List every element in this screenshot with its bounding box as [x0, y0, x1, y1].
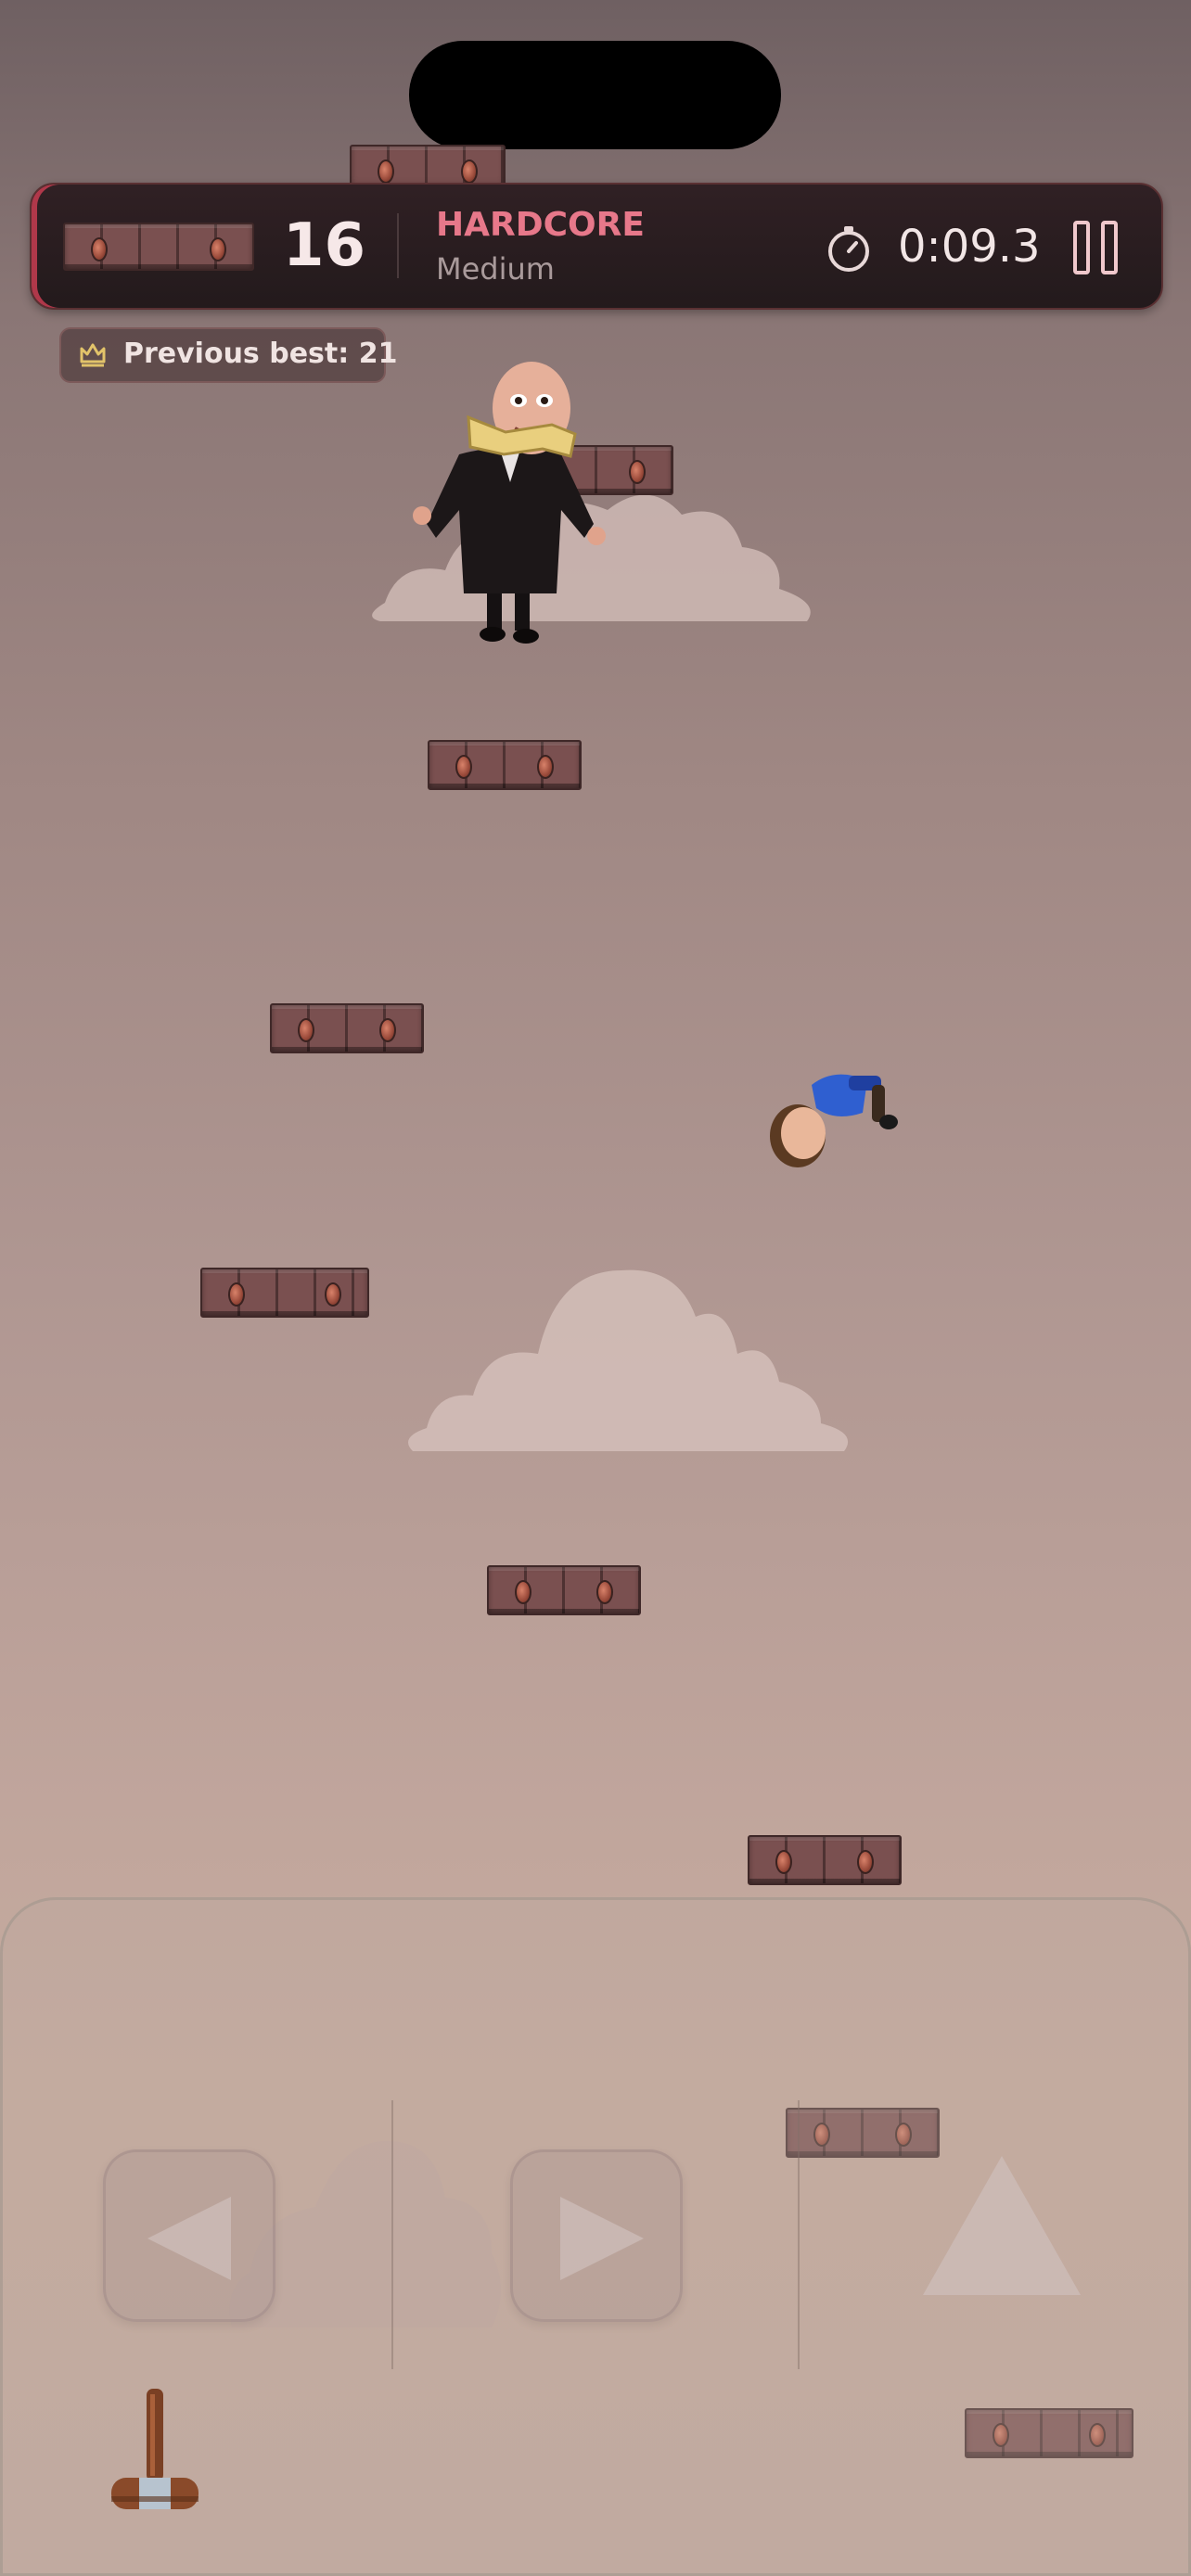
gavel-icon[interactable] — [104, 2385, 206, 2524]
platform-brick — [487, 1565, 641, 1615]
score-brick-icon — [63, 223, 254, 271]
hud-divider — [397, 213, 399, 278]
platform-brick — [200, 1268, 369, 1318]
stopwatch-icon — [828, 226, 869, 272]
control-divider — [391, 2100, 393, 2369]
platform-brick — [428, 740, 582, 790]
move-right-button[interactable] — [510, 2149, 683, 2322]
pause-button[interactable] — [1073, 221, 1120, 274]
move-left-button[interactable] — [103, 2149, 275, 2322]
mode-label: HARDCORE — [436, 206, 645, 244]
left-arrow-icon — [147, 2197, 231, 2280]
jump-button[interactable] — [918, 2151, 1085, 2300]
crown-icon — [80, 343, 106, 367]
control-divider — [798, 2100, 800, 2369]
player-character — [770, 1074, 898, 1167]
judge-character — [413, 362, 606, 644]
device-notch — [409, 41, 781, 149]
score-value: 16 — [283, 211, 366, 280]
right-arrow-icon — [560, 2197, 644, 2280]
platform-brick — [270, 1003, 424, 1053]
platform-brick — [748, 1835, 902, 1885]
difficulty-label: Medium — [436, 251, 555, 287]
timer-value: 0:09.3 — [898, 221, 1041, 273]
up-triangle-icon — [923, 2156, 1081, 2295]
cloud — [408, 1269, 849, 1451]
previous-best-text: Previous best: 21 — [123, 338, 398, 370]
pause-icon — [1073, 221, 1090, 274]
